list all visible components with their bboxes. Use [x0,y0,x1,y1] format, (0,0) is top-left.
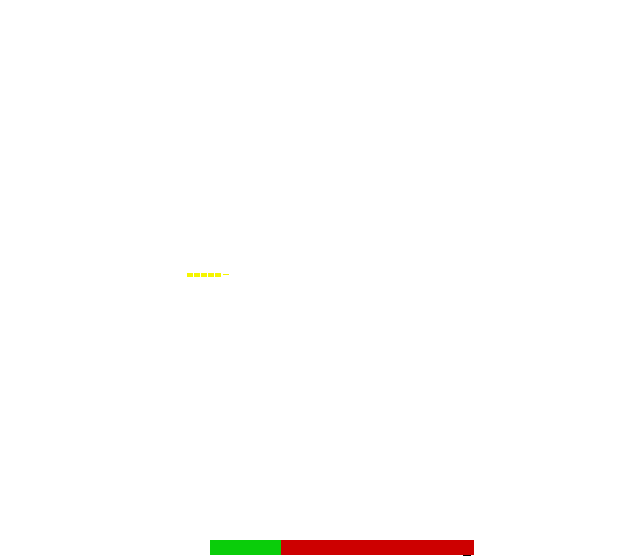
progress-bar-tick [463,555,471,556]
dash-segment [194,272,200,277]
dash-segment [208,272,214,277]
app-canvas [0,0,642,558]
dashed-indicator [187,272,229,277]
dash-segment [215,272,221,277]
progress-bar-remaining [281,540,474,555]
dash-segment [201,272,207,277]
progress-bar-fill [210,540,282,555]
dash-segment [223,274,229,275]
progress-bar [210,540,474,555]
dash-segment [187,272,193,277]
